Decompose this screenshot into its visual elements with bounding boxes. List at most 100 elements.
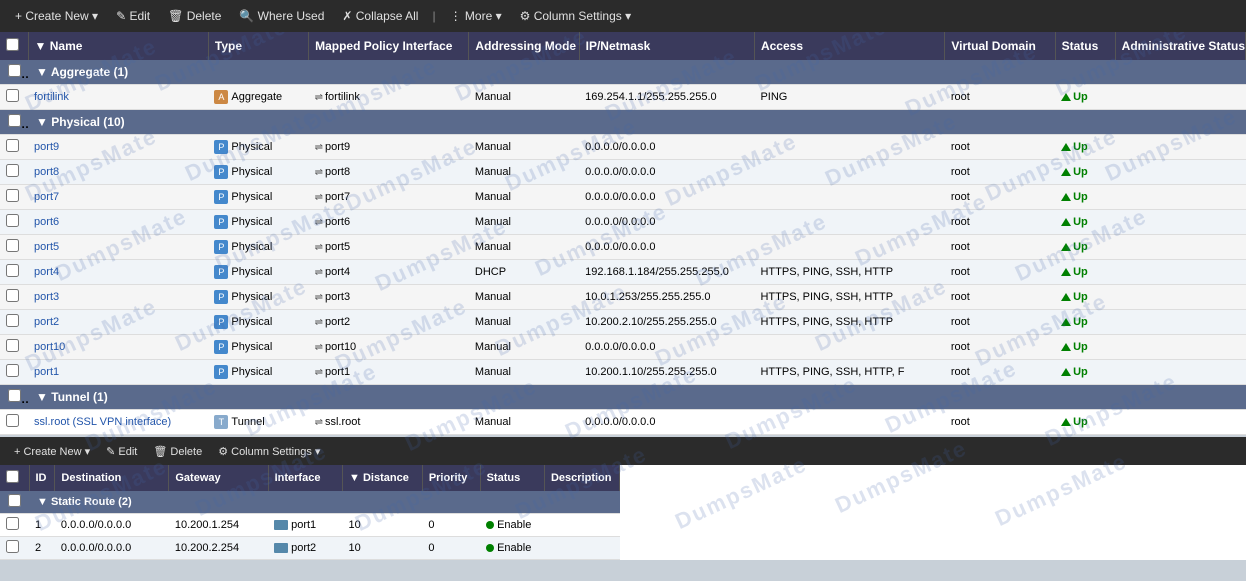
- cell-addressing: Manual: [469, 360, 579, 385]
- table-row[interactable]: port6 PPhysical ⇌port6 Manual 0.0.0.0/0.…: [0, 210, 1246, 235]
- row-checkbox[interactable]: [6, 264, 19, 277]
- cell-access: [754, 410, 944, 435]
- row-checkbox[interactable]: [6, 314, 19, 327]
- cell-ip: 0.0.0.0/0.0.0.0: [579, 185, 754, 210]
- row-checkbox[interactable]: [6, 89, 19, 102]
- group-checkbox-physical[interactable]: [8, 114, 21, 127]
- group-header-physical[interactable]: ▼ Physical (10): [0, 110, 1246, 135]
- rth-interface[interactable]: Interface: [268, 465, 342, 491]
- table-row[interactable]: ssl.root (SSL VPN interface) TTunnel ⇌ss…: [0, 410, 1246, 435]
- cell-gateway: 10.200.1.254: [169, 514, 268, 537]
- th-admin-status[interactable]: Administrative Status: [1115, 32, 1245, 60]
- rth-id[interactable]: ID: [29, 465, 55, 491]
- cell-status: Up: [1055, 235, 1115, 260]
- where-used-button[interactable]: 🔍 Where Used: [232, 6, 331, 26]
- route-row[interactable]: 2 0.0.0.0/0.0.0.0 10.200.2.254 port2 10 …: [0, 537, 620, 560]
- cell-interface: port1: [268, 514, 342, 537]
- table-row[interactable]: fortilink AAggregate ⇌fortilink Manual 1…: [0, 85, 1246, 110]
- row-checkbox[interactable]: [6, 289, 19, 302]
- row-checkbox[interactable]: [6, 214, 19, 227]
- cell-access: HTTPS, PING, SSH, HTTP, F: [754, 360, 944, 385]
- th-virtual-domain[interactable]: Virtual Domain: [945, 32, 1055, 60]
- row-checkbox[interactable]: [6, 164, 19, 177]
- table-row[interactable]: port8 PPhysical ⇌port8 Manual 0.0.0.0/0.…: [0, 160, 1246, 185]
- group-checkbox-aggregate[interactable]: [8, 64, 21, 77]
- cell-status: Up: [1055, 260, 1115, 285]
- cell-type: TTunnel: [208, 410, 308, 435]
- group-header-tunnel[interactable]: ▼ Tunnel (1): [0, 385, 1246, 410]
- th-addressing-mode[interactable]: Addressing Mode: [469, 32, 579, 60]
- group-header-aggregate[interactable]: ▼ Aggregate (1): [0, 60, 1246, 85]
- create-new-button[interactable]: + Create New ▾: [8, 6, 105, 26]
- column-settings-button[interactable]: ⚙ Column Settings ▾: [513, 6, 639, 26]
- th-ip-netmask[interactable]: IP/Netmask: [579, 32, 754, 60]
- rth-description[interactable]: Description: [544, 465, 619, 491]
- table-row[interactable]: port2 PPhysical ⇌port2 Manual 10.200.2.1…: [0, 310, 1246, 335]
- cell-priority: 0: [422, 537, 480, 560]
- row-checkbox[interactable]: [6, 189, 19, 202]
- edit-button[interactable]: ✎ Edit: [109, 6, 157, 26]
- row-checkbox[interactable]: [6, 339, 19, 352]
- cell-addressing: Manual: [469, 235, 579, 260]
- table-row[interactable]: port9 PPhysical ⇌port9 Manual 0.0.0.0/0.…: [0, 135, 1246, 160]
- cell-addressing: Manual: [469, 85, 579, 110]
- table-row[interactable]: port7 PPhysical ⇌port7 Manual 0.0.0.0/0.…: [0, 185, 1246, 210]
- th-status[interactable]: Status: [1055, 32, 1115, 60]
- row-checkbox[interactable]: [6, 139, 19, 152]
- cell-destination: 0.0.0.0/0.0.0.0: [55, 514, 169, 537]
- th-access[interactable]: Access: [754, 32, 944, 60]
- rth-distance[interactable]: ▼ Distance: [343, 465, 423, 491]
- row-checkbox[interactable]: [6, 414, 19, 427]
- rth-checkbox: [0, 465, 29, 491]
- cell-mapped: ⇌port2: [309, 310, 469, 335]
- route-group-checkbox[interactable]: [8, 494, 21, 507]
- bottom-edit-button[interactable]: ✎ Edit: [100, 443, 143, 460]
- cell-route-id: 2: [29, 537, 55, 560]
- th-type[interactable]: Type: [208, 32, 308, 60]
- th-name[interactable]: ▼ Name: [28, 32, 208, 60]
- cell-name: port9: [28, 135, 208, 160]
- delete-button[interactable]: 🗑 Delete: [161, 6, 228, 26]
- cell-admin-status: [1115, 410, 1245, 435]
- route-table-body: ▼ Static Route (2) 1 0.0.0.0/0.0.0.0 10.…: [0, 491, 620, 560]
- cell-name: port8: [28, 160, 208, 185]
- main-table-body: ▼ Aggregate (1) fortilink AAggregate ⇌fo…: [0, 60, 1246, 435]
- cell-type: PPhysical: [208, 235, 308, 260]
- table-row[interactable]: port5 PPhysical ⇌port5 Manual 0.0.0.0/0.…: [0, 235, 1246, 260]
- cell-addressing: Manual: [469, 160, 579, 185]
- collapse-all-button[interactable]: ✗ Collapse All: [335, 6, 425, 26]
- bottom-create-new-button[interactable]: + Create New ▾: [8, 443, 96, 460]
- cell-name: port1: [28, 360, 208, 385]
- route-select-all-checkbox[interactable]: [6, 470, 19, 483]
- route-row-checkbox[interactable]: [6, 540, 19, 553]
- select-all-checkbox[interactable]: [6, 38, 19, 51]
- row-checkbox[interactable]: [6, 239, 19, 252]
- rth-destination[interactable]: Destination: [55, 465, 169, 491]
- table-row[interactable]: port3 PPhysical ⇌port3 Manual 10.0.1.253…: [0, 285, 1246, 310]
- route-row-checkbox[interactable]: [6, 517, 19, 530]
- table-row[interactable]: port10 PPhysical ⇌port10 Manual 0.0.0.0/…: [0, 335, 1246, 360]
- cell-ip: 0.0.0.0/0.0.0.0: [579, 335, 754, 360]
- rth-gateway[interactable]: Gateway: [169, 465, 268, 491]
- rth-status[interactable]: Status: [480, 465, 544, 491]
- table-row[interactable]: port4 PPhysical ⇌port4 DHCP 192.168.1.18…: [0, 260, 1246, 285]
- cell-type: PPhysical: [208, 210, 308, 235]
- cell-status: Up: [1055, 85, 1115, 110]
- cell-gateway: 10.200.2.254: [169, 537, 268, 560]
- cell-status: Up: [1055, 160, 1115, 185]
- cell-enable-status: Enable: [480, 537, 544, 560]
- bottom-column-settings-button[interactable]: ⚙ Column Settings ▾: [212, 443, 326, 460]
- more-button[interactable]: ⋮ More ▾: [443, 6, 509, 26]
- route-group-header-static_route[interactable]: ▼ Static Route (2): [0, 491, 620, 514]
- rth-priority[interactable]: Priority: [422, 465, 480, 491]
- row-checkbox[interactable]: [6, 364, 19, 377]
- cell-enable-status: Enable: [480, 514, 544, 537]
- cell-name: port4: [28, 260, 208, 285]
- cell-access: HTTPS, PING, SSH, HTTP: [754, 310, 944, 335]
- route-row[interactable]: 1 0.0.0.0/0.0.0.0 10.200.1.254 port1 10 …: [0, 514, 620, 537]
- cell-ip: 0.0.0.0/0.0.0.0: [579, 135, 754, 160]
- th-mapped-policy[interactable]: Mapped Policy Interface: [309, 32, 469, 60]
- table-row[interactable]: port1 PPhysical ⇌port1 Manual 10.200.1.1…: [0, 360, 1246, 385]
- group-checkbox-tunnel[interactable]: [8, 389, 21, 402]
- bottom-delete-button[interactable]: 🗑 Delete: [147, 443, 208, 460]
